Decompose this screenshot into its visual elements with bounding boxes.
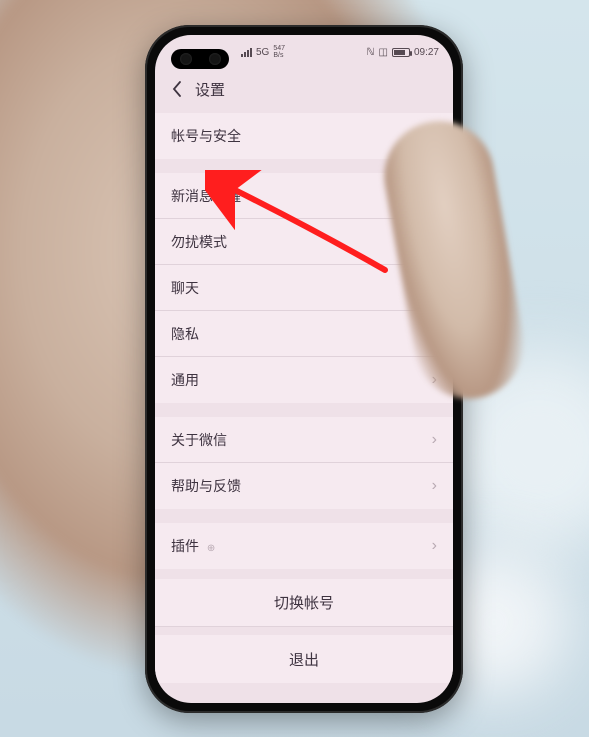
signal-icon — [241, 47, 252, 57]
settings-group-plugin: 插件 ⊕ › — [155, 523, 453, 569]
row-label: 新消息提醒 — [171, 186, 241, 206]
vibrate-icon: ◫ — [379, 47, 388, 58]
camera-punch-hole — [171, 49, 229, 69]
action-label: 退出 — [289, 649, 319, 670]
settings-group-about: 关于微信 › 帮助与反馈 › — [155, 417, 453, 509]
plugin-badge-icon: ⊕ — [207, 543, 215, 554]
row-plugin[interactable]: 插件 ⊕ › — [155, 523, 453, 569]
row-about-wechat[interactable]: 关于微信 › — [155, 417, 453, 463]
action-label: 切换帐号 — [274, 592, 334, 613]
row-label: 隐私 — [171, 324, 199, 344]
chevron-right-icon: › — [432, 477, 437, 495]
page-title: 设置 — [195, 79, 225, 100]
nfc-icon: ℕ — [367, 47, 375, 58]
row-general[interactable]: 通用 › — [155, 357, 453, 403]
network-label: 5G — [256, 47, 269, 58]
row-label: 帐号与安全 — [171, 126, 241, 146]
chevron-right-icon: › — [432, 431, 437, 449]
clock: 09:27 — [414, 47, 439, 58]
row-label: 通用 — [171, 370, 199, 390]
row-label: 勿扰模式 — [171, 232, 227, 252]
nav-header: 设置 — [155, 69, 453, 109]
net-speed-bottom: B/s — [273, 52, 285, 59]
row-label: 关于微信 — [171, 430, 227, 450]
battery-icon — [392, 48, 410, 57]
row-label: 聊天 — [171, 278, 199, 298]
net-speed-top: 547 — [273, 45, 285, 52]
row-label: 插件 — [171, 538, 199, 554]
switch-account-button[interactable]: 切换帐号 — [155, 579, 453, 627]
back-icon[interactable] — [167, 79, 187, 99]
logout-button[interactable]: 退出 — [155, 635, 453, 683]
row-label: 帮助与反馈 — [171, 476, 241, 496]
row-help-feedback[interactable]: 帮助与反馈 › — [155, 463, 453, 509]
chevron-right-icon: › — [432, 537, 437, 555]
